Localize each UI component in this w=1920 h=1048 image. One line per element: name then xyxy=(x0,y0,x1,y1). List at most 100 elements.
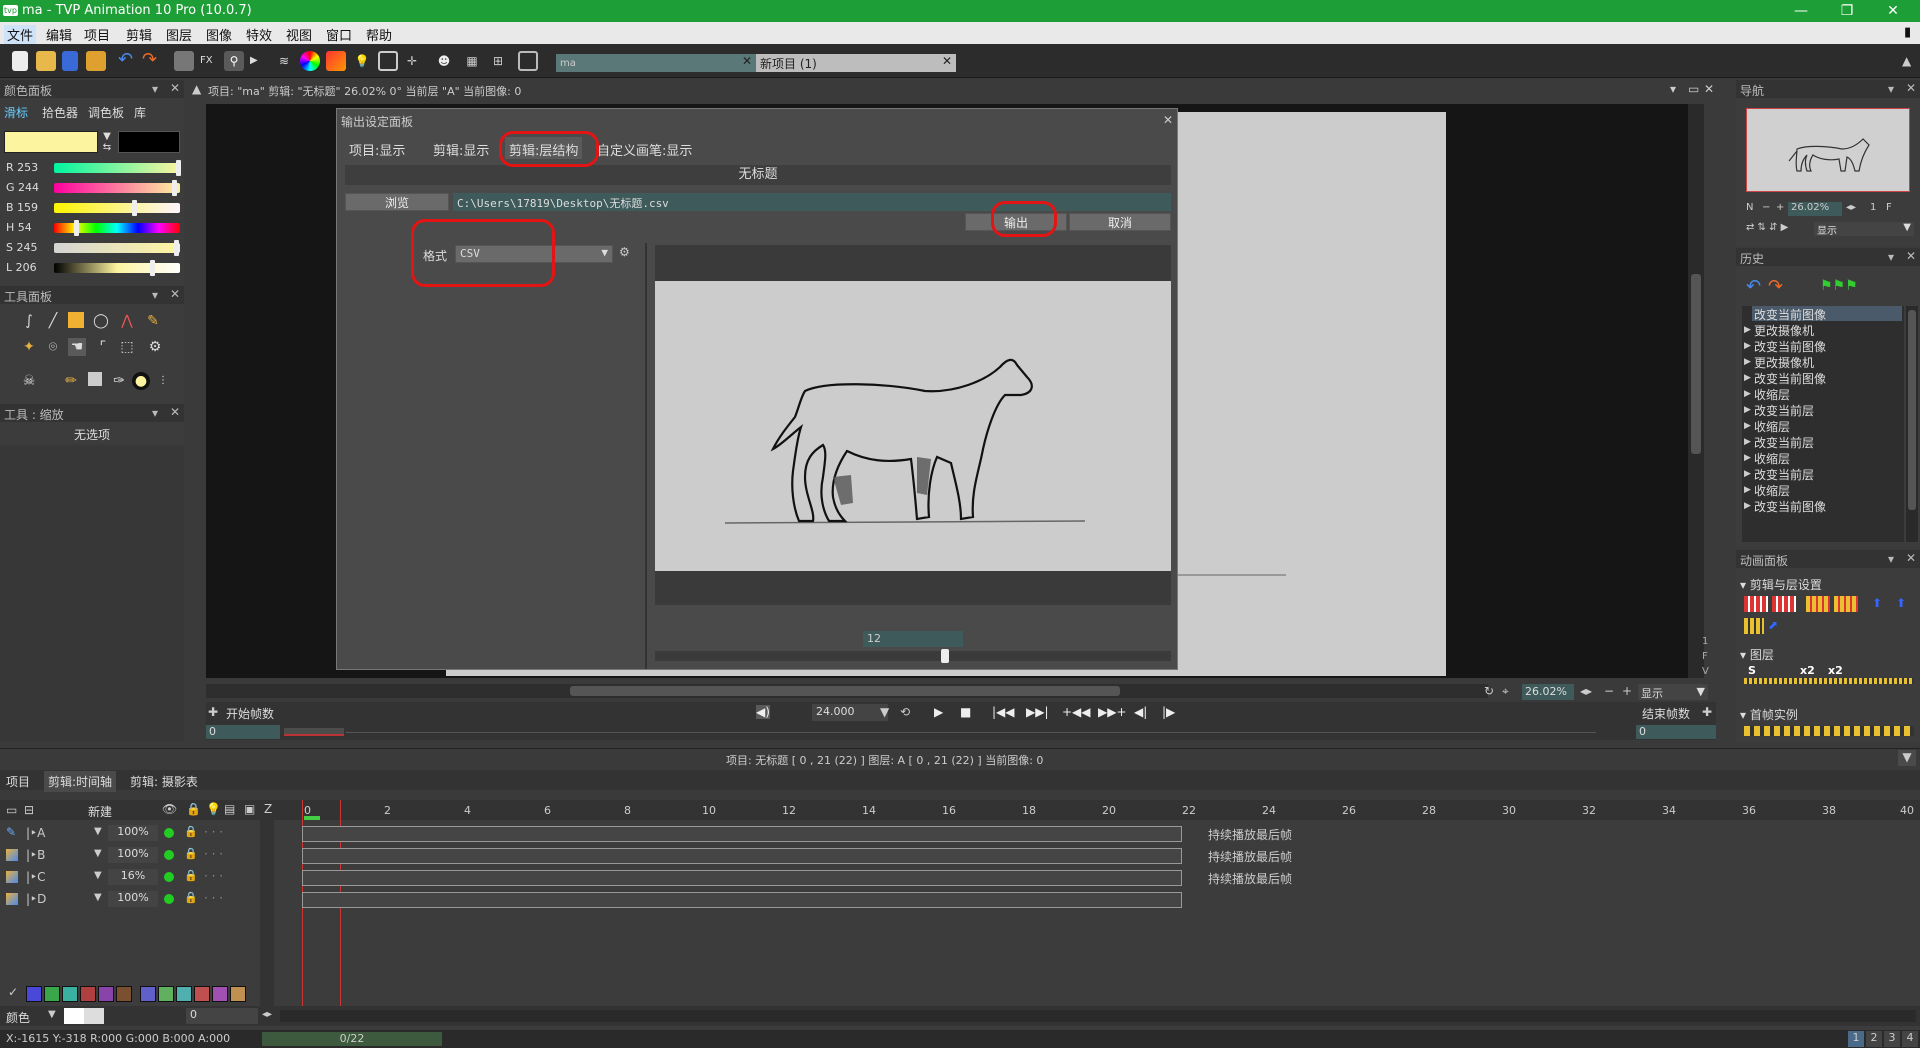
layer-group-icon[interactable]: ⊟ xyxy=(24,803,34,817)
clip-btn-icon[interactable] xyxy=(1834,596,1858,612)
lock-icon[interactable]: 🔒 xyxy=(184,869,198,882)
color-preview[interactable] xyxy=(64,1008,104,1024)
doc-tab-ma[interactable]: ma ✕ xyxy=(556,54,756,72)
menu-clip[interactable]: 剪辑 xyxy=(126,25,152,44)
layer-clip-bar[interactable] xyxy=(302,848,1182,864)
slider-h[interactable]: H 54 xyxy=(4,220,182,236)
rectangle-icon[interactable] xyxy=(68,312,84,328)
vscroll-thumb[interactable] xyxy=(1691,274,1701,454)
end-frame-pin-icon[interactable]: ✚ xyxy=(1702,705,1712,719)
layer-btn-x2b[interactable]: x2 xyxy=(1828,664,1843,677)
panel-menu-icon[interactable]: ▾ xyxy=(1888,552,1894,566)
slider-s-track[interactable] xyxy=(54,243,180,253)
ellipse-icon[interactable]: ◯ xyxy=(92,312,110,330)
panel-close-icon[interactable]: ✕ xyxy=(1906,81,1916,95)
goto-end-icon[interactable]: ▶▶| xyxy=(1026,705,1049,719)
grid-magic-icon[interactable] xyxy=(174,51,194,71)
save-icon[interactable] xyxy=(62,51,78,71)
slider-g-track[interactable] xyxy=(54,183,180,193)
browse-button[interactable]: 浏览 xyxy=(345,193,449,211)
export-icon[interactable] xyxy=(86,51,106,71)
fps-field[interactable]: 24.000 xyxy=(812,704,888,721)
history-item[interactable]: 改变当前层 xyxy=(1754,434,1814,451)
format-settings-icon[interactable]: ⚙ xyxy=(619,245,630,259)
layer-row-c[interactable]: |‣C ▼ 16% 🔒 · · · 持续播放最后帧 xyxy=(0,868,1920,888)
zoom-out-icon[interactable]: − xyxy=(1604,684,1614,698)
color-swatch[interactable] xyxy=(158,986,174,1002)
panel-close-icon[interactable]: ✕ xyxy=(170,287,180,301)
slider-b[interactable]: B 159 xyxy=(4,200,182,216)
menu-overflow-icon[interactable]: ▮ xyxy=(1904,25,1911,40)
new-layer-button[interactable]: 新建 xyxy=(88,803,112,820)
clip-arrow-icon[interactable]: ⬈ xyxy=(1768,618,1778,632)
menu-help[interactable]: 帮助 xyxy=(366,25,392,44)
slider-b-track[interactable] xyxy=(54,203,180,213)
color-swatch[interactable] xyxy=(98,986,114,1002)
timeline-hscroll[interactable] xyxy=(280,1010,1916,1022)
history-item[interactable]: 改变当前图像 xyxy=(1754,338,1826,355)
layer-clip-bar[interactable] xyxy=(302,892,1182,908)
new-file-icon[interactable] xyxy=(12,51,28,71)
page-btn-4[interactable]: 4 xyxy=(1902,1031,1918,1047)
monitor-icon[interactable] xyxy=(518,51,538,71)
prev-key-icon[interactable]: ◀| xyxy=(1134,705,1147,719)
color-swatch[interactable] xyxy=(140,986,156,1002)
history-item[interactable]: 收缩层 xyxy=(1754,386,1790,403)
viewport-restore-icon[interactable]: ▭ xyxy=(1688,82,1699,96)
tool-more-icon[interactable]: ⋮ xyxy=(154,372,172,390)
slider-h-knob[interactable] xyxy=(74,220,79,236)
tab-clip-xsheet[interactable]: 剪辑: 摄影表 xyxy=(130,773,198,790)
navigator-thumbnail[interactable] xyxy=(1746,108,1910,192)
start-frame-field[interactable]: 0 xyxy=(206,725,280,739)
clip-btn-icon[interactable] xyxy=(1744,596,1768,612)
clip-arrow-icon[interactable]: ⬆ xyxy=(1872,596,1882,610)
menu-window[interactable]: 窗口 xyxy=(326,25,352,44)
layer-opacity[interactable]: 100% xyxy=(108,847,158,863)
history-item[interactable]: 改变当前图像 xyxy=(1754,370,1826,387)
timeline-scroll-arrows[interactable]: ◂▸ xyxy=(262,1009,272,1020)
grid-icon[interactable]: ▦ xyxy=(462,51,482,71)
panel-close-icon[interactable]: ✕ xyxy=(170,81,180,95)
goto-start-icon[interactable]: |◀◀ xyxy=(992,705,1015,719)
swap-colors-icon[interactable]: ▼ ⇆ xyxy=(100,131,114,153)
tab-clip-timeline[interactable]: 剪辑:时间轴 xyxy=(44,771,117,792)
layer-options-dots[interactable]: · · · xyxy=(204,825,223,839)
brush-icon[interactable]: ✏ xyxy=(62,372,80,390)
undo-icon[interactable]: ↶ xyxy=(118,51,138,71)
visible-dot-icon[interactable] xyxy=(164,850,174,860)
crosshair-icon[interactable]: ✛ xyxy=(402,51,422,71)
toolbar-dropdown-icon[interactable]: ▲ xyxy=(1902,54,1911,68)
layer-row-d[interactable]: |‣D ▼ 100% 🔒 · · · xyxy=(0,890,1920,910)
history-item[interactable]: 改变当前图像 xyxy=(1754,498,1826,515)
history-item[interactable]: 收缩层 xyxy=(1754,482,1790,499)
layer-dropdown-icon[interactable]: ▼ xyxy=(94,870,102,881)
slider-h-track[interactable] xyxy=(54,223,180,233)
color-swatch[interactable] xyxy=(194,986,210,1002)
history-redo-icon[interactable]: ↷ xyxy=(1768,276,1783,297)
frame-icon[interactable] xyxy=(378,51,398,71)
slider-r-knob[interactable] xyxy=(176,160,181,176)
layer-btn-x2a[interactable]: x2 xyxy=(1800,664,1815,677)
anim-section-layers[interactable]: ▾ 图层 xyxy=(1740,646,1774,663)
page-btn-2[interactable]: 2 xyxy=(1866,1031,1882,1047)
menu-file[interactable]: 文件 xyxy=(4,25,37,44)
crop-icon[interactable]: ⌜ xyxy=(94,338,112,356)
page-btn-3[interactable]: 3 xyxy=(1884,1031,1900,1047)
nav-flip-icon[interactable]: ⇄ ⇅ ⇵ ▶ xyxy=(1746,222,1788,233)
preview-slider-knob[interactable] xyxy=(941,649,949,663)
layer-row-b[interactable]: |‣B ▼ 100% 🔒 · · · 持续播放最后帧 xyxy=(0,846,1920,866)
magic-wand-icon[interactable]: ✦ xyxy=(20,338,38,356)
panel-menu-icon[interactable]: ▾ xyxy=(152,288,158,302)
viewport-hscroll[interactable] xyxy=(206,684,1488,698)
navigator-f[interactable]: F xyxy=(1886,202,1892,213)
layer-opacity[interactable]: 100% xyxy=(108,825,158,841)
speaker-icon[interactable]: ◀) xyxy=(756,705,770,719)
panel-menu-icon[interactable]: ▾ xyxy=(152,82,158,96)
dialog-close-icon[interactable]: ✕ xyxy=(1163,113,1173,127)
lasso-brush-icon[interactable]: ∫ xyxy=(20,312,38,330)
viewport-close-icon[interactable]: ✕ xyxy=(1704,82,1714,96)
loop-icon[interactable]: ⟲ xyxy=(900,705,910,719)
panel-close-icon[interactable]: ✕ xyxy=(1906,551,1916,565)
clip-btn-icon[interactable] xyxy=(1772,596,1796,612)
history-scrollbar[interactable] xyxy=(1906,306,1918,542)
